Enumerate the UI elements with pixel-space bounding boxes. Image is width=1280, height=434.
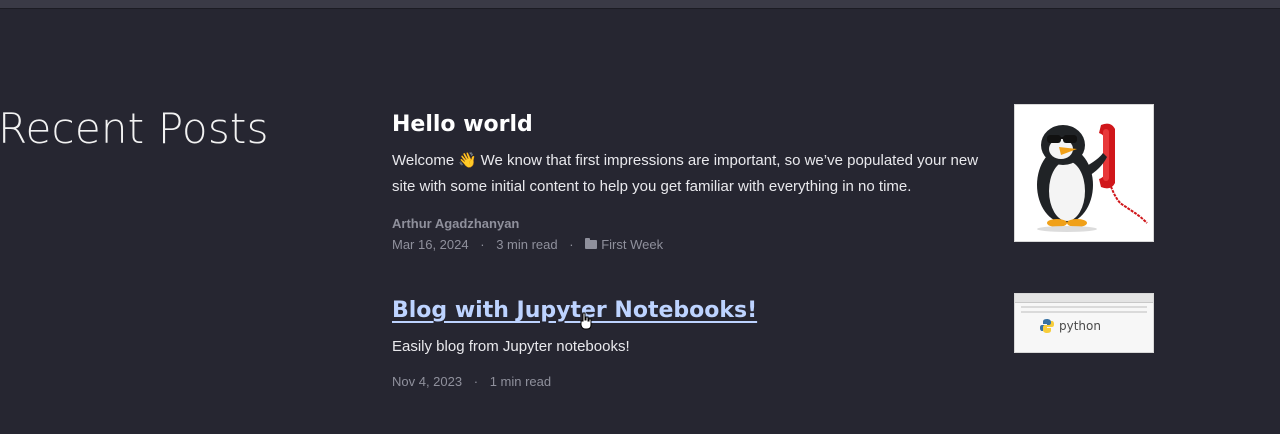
python-wordmark: python: [1059, 319, 1101, 333]
meta-separator: ·: [473, 374, 479, 389]
post-summary: Easily blog from Jupyter notebooks!: [392, 338, 630, 355]
meta-separator: ·: [480, 237, 485, 252]
section-title: Recent Posts: [0, 104, 269, 153]
post-read-time: 1 min read: [489, 374, 552, 389]
post-title[interactable]: Hello world: [392, 110, 1012, 140]
top-bar: [0, 0, 1280, 9]
post-meta: Nov 4, 2023 · 1 min read: [392, 374, 1012, 389]
post-read-time: 3 min read: [496, 237, 558, 252]
post-meta: Mar 16, 2024 · 3 min read · First Week: [392, 237, 1012, 252]
post-thumbnail-python[interactable]: python: [1014, 293, 1154, 353]
post-date: Mar 16, 2024: [392, 237, 469, 252]
post-author[interactable]: Arthur Agadzhanyan: [392, 216, 1012, 231]
python-icon: [1040, 319, 1054, 333]
post-category-link[interactable]: First Week: [601, 237, 663, 252]
notebook-line: [1021, 306, 1147, 308]
notebook-line: [1021, 311, 1147, 313]
post-jupyter: Blog with Jupyter Notebooks! Easily blog…: [392, 296, 1012, 389]
waving-hand-icon: 👋: [458, 152, 478, 169]
post-thumbnail-penguin[interactable]: [1014, 104, 1154, 242]
penguin-phone-illustration: [1037, 123, 1148, 232]
post-title-link[interactable]: Blog with Jupyter Notebooks!: [392, 296, 1012, 326]
folder-icon: [585, 238, 598, 249]
summary-text-start: Welcome: [392, 152, 459, 169]
meta-separator: ·: [569, 237, 574, 252]
python-logo: python: [1039, 318, 1101, 334]
post-hello-world: Hello world Welcome 👋 We know that first…: [392, 110, 1012, 252]
post-summary: Welcome 👋 We know that first impressions…: [392, 148, 1000, 200]
hand-pointer-cursor-icon: [580, 312, 592, 330]
summary-text-end: We know that first impressions are impor…: [392, 152, 979, 195]
post-date: Nov 4, 2023: [392, 374, 463, 389]
notebook-toolbar: [1015, 294, 1153, 303]
